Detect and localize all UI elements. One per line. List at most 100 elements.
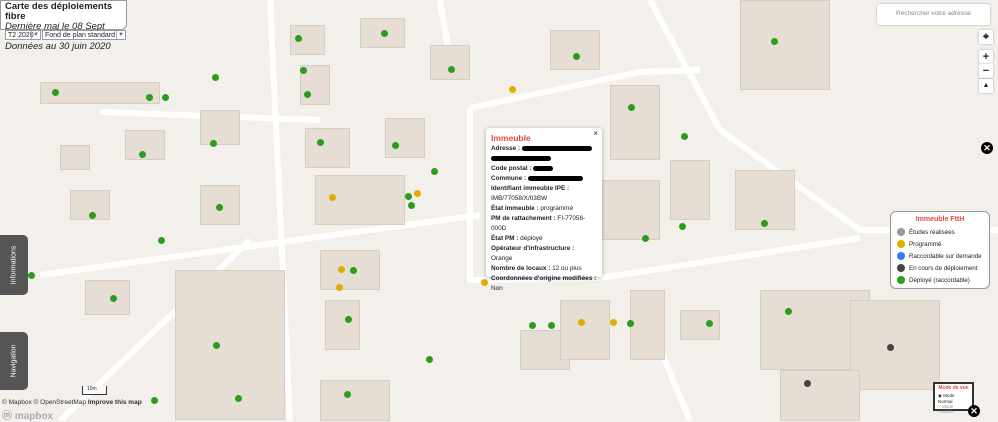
zoom-out-button[interactable]: − [979, 64, 993, 78]
building-marker[interactable] [887, 344, 894, 351]
navigation-tab[interactable]: Navigation [0, 332, 28, 390]
legend-item-label: Déployé (raccordable) [909, 276, 970, 284]
building-marker[interactable] [213, 342, 220, 349]
building-marker[interactable] [146, 94, 153, 101]
building-marker[interactable] [509, 86, 516, 93]
legend-item-label: Raccordable sur demande [909, 252, 982, 260]
building-marker[interactable] [392, 142, 399, 149]
building-marker[interactable] [761, 220, 768, 227]
close-view-mode-icon[interactable]: ✕ [968, 405, 980, 417]
period-select[interactable]: T2 2020 ▼ [5, 30, 41, 40]
building-marker[interactable] [627, 320, 634, 327]
title-box: Carte des déploiements fibre Dernière ma… [0, 0, 127, 52]
improve-map-link[interactable]: Improve this map [88, 399, 142, 406]
mode-normal-radio[interactable]: ◉ Mode Normal [938, 393, 969, 404]
status-dot-icon [897, 276, 905, 284]
building-marker[interactable] [52, 89, 59, 96]
navigation-tab-label: Navigation [10, 344, 18, 378]
building-marker[interactable] [681, 133, 688, 140]
close-panel-icon[interactable]: ✕ [981, 142, 993, 154]
popup-title: Immeuble [491, 133, 531, 143]
units-value: 12 ou plus [552, 265, 582, 272]
page-title: Carte des déploiements fibre [5, 1, 113, 22]
legend-item: Déployé (raccordable) [897, 274, 983, 286]
ipe-value: IMB/77058/X/03BW [491, 195, 548, 202]
building-marker[interactable] [295, 35, 302, 42]
units-label: Nombre de locaux : [491, 265, 551, 272]
legend-title: Immeuble FttH [915, 216, 965, 223]
mode-normal-label: Mode Normal [938, 393, 955, 404]
building-marker[interactable] [110, 295, 117, 302]
postal-label: Code postal : [491, 165, 532, 172]
view-mode-box: Mode de vue ◉ Mode Normal ○ Mode Avancé [933, 382, 974, 414]
basemap-select[interactable]: Fond de plan standard ▼ [42, 30, 126, 40]
building-marker[interactable] [338, 266, 345, 273]
redacted-address-line [491, 155, 551, 161]
address-search-input[interactable]: Rechercher votre adresse [877, 4, 990, 25]
address-label: Adresse : [491, 145, 521, 152]
building-marker[interactable] [771, 38, 778, 45]
building-marker[interactable] [804, 380, 811, 387]
operator-label: Opérateur d'infrastructure : [491, 245, 575, 252]
building-marker[interactable] [610, 319, 617, 326]
building-marker[interactable] [151, 397, 158, 404]
building-marker[interactable] [300, 67, 307, 74]
building-marker[interactable] [431, 168, 438, 175]
building-marker[interactable] [344, 391, 351, 398]
pm-state-label: État PM : [491, 235, 519, 242]
building-marker[interactable] [408, 202, 415, 209]
search-placeholder: Rechercher votre adresse [896, 10, 971, 17]
state-label: État immeuble : [491, 205, 539, 212]
building-popup: × Immeuble Adresse : Code postal : Commu… [486, 128, 602, 292]
pm-state-value: déployé [520, 235, 543, 242]
operator-value: Orange [491, 255, 513, 262]
building-marker[interactable] [216, 204, 223, 211]
building-marker[interactable] [426, 356, 433, 363]
building-marker[interactable] [89, 212, 96, 219]
building-marker[interactable] [304, 91, 311, 98]
mapbox-logo[interactable]: ⓜ mapbox [2, 407, 53, 422]
building-marker[interactable] [448, 66, 455, 73]
building-marker[interactable] [139, 151, 146, 158]
building-marker[interactable] [481, 279, 488, 286]
legend-item: Programmé [897, 238, 983, 250]
crosshair-icon: ⌖ [982, 31, 990, 43]
ipe-label: Identifiant immeuble IPE : [491, 185, 570, 192]
zoom-in-button[interactable]: + [979, 50, 993, 64]
mapbox-link[interactable]: © Mapbox [2, 399, 32, 406]
building-marker[interactable] [706, 320, 713, 327]
chevron-down-icon: ▼ [116, 31, 125, 39]
status-dot-icon [897, 252, 905, 260]
redacted-address [521, 145, 592, 151]
pm-label: PM de rattachement : [491, 215, 556, 222]
building-marker[interactable] [345, 316, 352, 323]
building-marker[interactable] [573, 53, 580, 60]
building-marker[interactable] [405, 193, 412, 200]
informations-tab[interactable]: Informations [0, 235, 28, 295]
building-marker[interactable] [336, 284, 343, 291]
building-marker[interactable] [628, 104, 635, 111]
popup-close-button[interactable]: × [593, 129, 598, 139]
building-marker[interactable] [28, 272, 35, 279]
building-marker[interactable] [548, 322, 555, 329]
building-marker[interactable] [317, 139, 324, 146]
building-marker[interactable] [381, 30, 388, 37]
building-marker[interactable] [158, 237, 165, 244]
building-marker[interactable] [785, 308, 792, 315]
osm-link[interactable]: © OpenStreetMap [34, 399, 86, 406]
building-marker[interactable] [529, 322, 536, 329]
building-marker[interactable] [679, 223, 686, 230]
building-marker[interactable] [162, 94, 169, 101]
compass-button[interactable]: ▲ [979, 79, 993, 93]
building-marker[interactable] [578, 319, 585, 326]
building-marker[interactable] [210, 140, 217, 147]
building-marker[interactable] [212, 74, 219, 81]
building-marker[interactable] [329, 194, 336, 201]
building-marker[interactable] [642, 235, 649, 242]
building-marker[interactable] [350, 267, 357, 274]
building-marker[interactable] [414, 190, 421, 197]
geolocate-button[interactable]: ⌖ [979, 30, 993, 44]
building-marker[interactable] [235, 395, 242, 402]
informations-tab-label: Informations [10, 245, 18, 285]
mode-advanced-radio[interactable]: ○ Mode Avancé [938, 404, 969, 414]
